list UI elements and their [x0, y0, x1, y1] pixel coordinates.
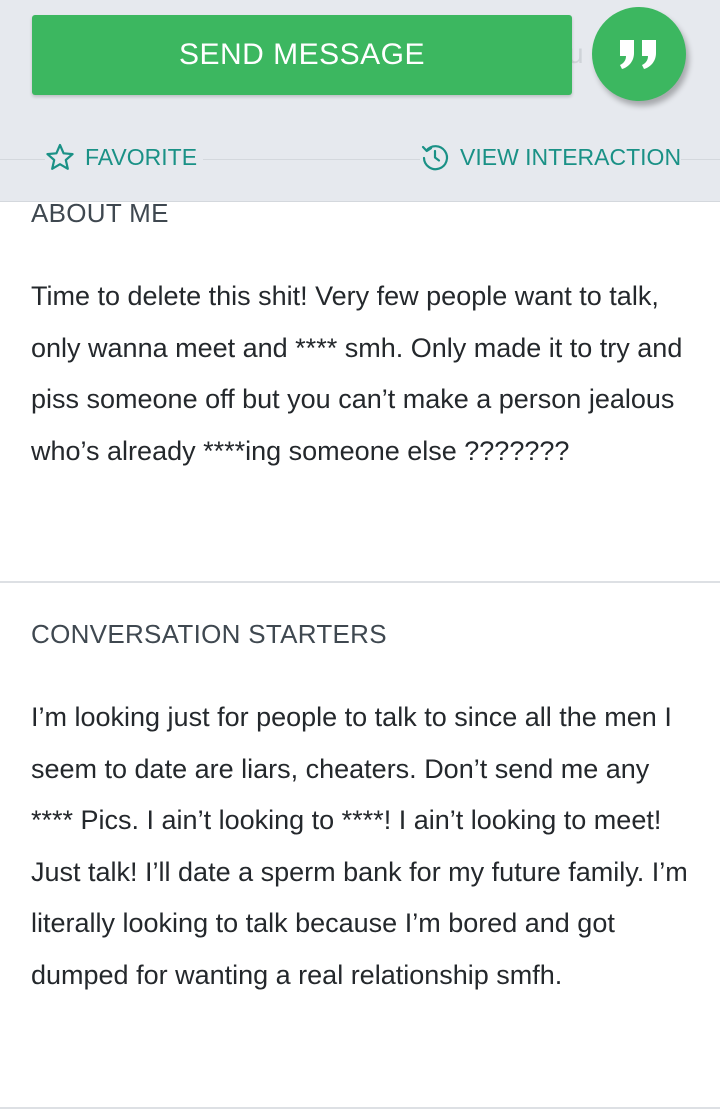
quote-button[interactable] [592, 7, 686, 101]
favorite-button[interactable]: FAVORITE [45, 140, 204, 174]
history-icon [421, 145, 449, 171]
conversation-starters-text: I’m looking just for people to talk to s… [31, 702, 688, 990]
section-divider-bottom [0, 1107, 720, 1109]
conversation-starters-heading: CONVERSATION STARTERS [31, 619, 387, 649]
profile-action-bar: u SEND MESSAGE FAVORITE VIEW INTERACTION [0, 0, 720, 202]
section-divider [0, 581, 720, 583]
favorite-label: FAVORITE [85, 143, 198, 170]
quote-icon [620, 40, 656, 69]
view-interaction-label: VIEW INTERACTION [460, 143, 682, 170]
about-me-heading: ABOUT ME [31, 198, 169, 228]
send-message-button[interactable]: SEND MESSAGE [32, 15, 572, 95]
view-interaction-button[interactable]: VIEW INTERACTION [420, 140, 682, 174]
star-outline-icon [46, 143, 74, 170]
about-me-text: Time to delete this shit! Very few peopl… [31, 281, 683, 466]
send-message-label: SEND MESSAGE [178, 38, 426, 71]
